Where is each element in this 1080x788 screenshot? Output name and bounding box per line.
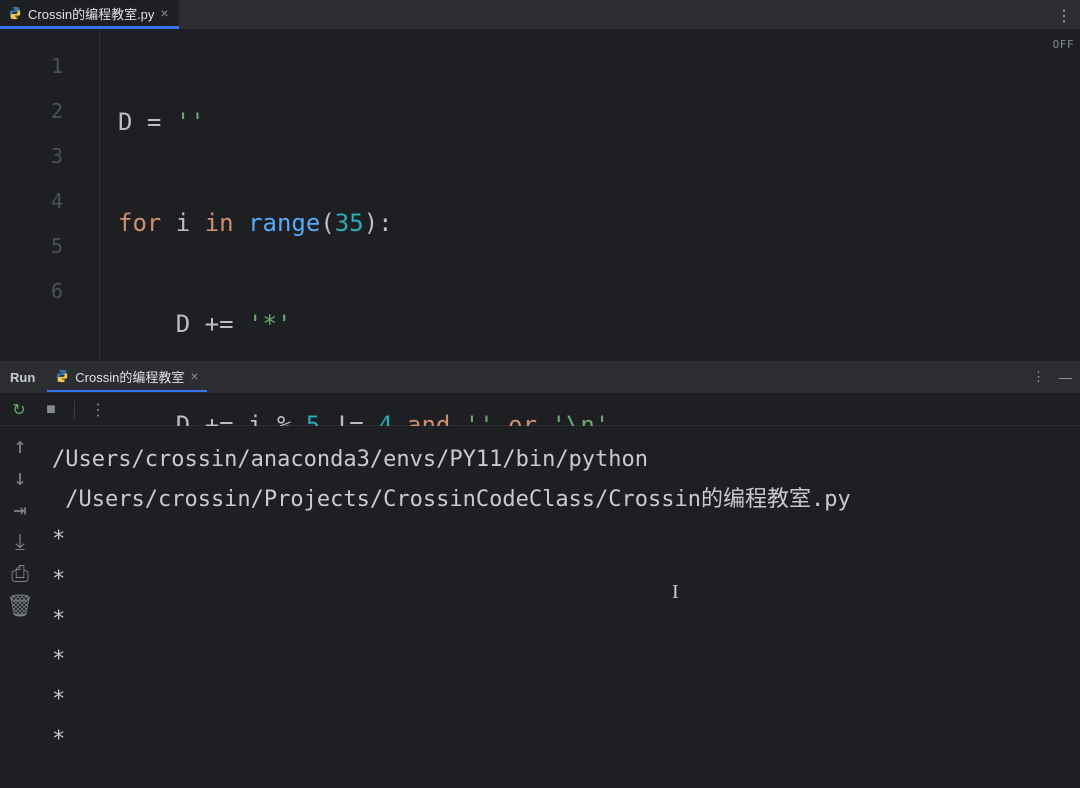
run-side-toolbar: ↑ ↓ ⇥ ⤓ ⎙ 🗑 <box>0 426 40 788</box>
more-icon[interactable]: ⋮ <box>89 401 107 419</box>
file-tab-label: Crossin的编程教室.py <box>28 4 154 23</box>
console-output[interactable]: /Users/crossin/anaconda3/envs/PY11/bin/p… <box>40 426 1080 788</box>
scroll-to-end-icon[interactable]: ⤓ <box>10 532 30 552</box>
soft-wrap-icon[interactable]: ⇥ <box>10 500 30 520</box>
line-number: 4 <box>0 179 99 224</box>
editor-tab-row: Crossin的编程教室.py × ⋮ <box>0 0 1080 30</box>
line-number: 2 <box>0 89 99 134</box>
trash-icon[interactable]: 🗑 <box>10 596 30 616</box>
console-line: * <box>52 527 65 552</box>
print-icon[interactable]: ⎙ <box>10 564 30 584</box>
python-file-icon <box>8 6 22 20</box>
code-editor[interactable]: OFF 1 2 3 4 5 6 D = '' for i in range(35… <box>0 30 1080 360</box>
console-line: /Users/crossin/anaconda3/envs/PY11/bin/p… <box>52 447 648 472</box>
console-line: * <box>52 647 65 672</box>
console-line: * <box>52 687 65 712</box>
more-icon[interactable]: ⋮ <box>1032 369 1045 385</box>
line-number: 5 <box>0 224 99 269</box>
tab-overflow-icon[interactable]: ⋮ <box>1056 6 1072 26</box>
up-icon[interactable]: ↑ <box>10 436 30 456</box>
text-cursor-icon: I <box>672 581 679 604</box>
console-line: * <box>52 727 65 752</box>
python-file-icon <box>55 369 69 383</box>
run-config-name: Crossin的编程教室 <box>75 367 184 386</box>
close-icon[interactable]: × <box>190 369 198 383</box>
line-number: 6 <box>0 269 99 314</box>
line-gutter: 1 2 3 4 5 6 <box>0 30 100 360</box>
separator <box>74 401 75 419</box>
code-area[interactable]: D = '' for i in range(35): D += '*' D +=… <box>100 30 1080 360</box>
minimize-icon[interactable]: — <box>1059 370 1072 385</box>
line-number: 1 <box>0 44 99 89</box>
code-line: D += '*' <box>118 302 1080 347</box>
close-icon[interactable]: × <box>160 6 168 20</box>
run-config-tab[interactable]: Crossin的编程教室 × <box>47 363 206 392</box>
rerun-icon[interactable]: ↻ <box>10 401 28 419</box>
run-panel-title: Run <box>10 370 35 385</box>
console-line: /Users/crossin/Projects/CrossinCodeClass… <box>52 487 851 512</box>
line-number: 3 <box>0 134 99 179</box>
console-line: * <box>52 607 65 632</box>
run-panel-header: Run Crossin的编程教室 × ⋮ — <box>0 360 1080 394</box>
console-line: * <box>52 567 65 592</box>
stop-icon[interactable]: ■ <box>42 401 60 419</box>
down-icon[interactable]: ↓ <box>10 468 30 488</box>
file-tab[interactable]: Crossin的编程教室.py × <box>0 0 179 29</box>
run-output-panel: ↑ ↓ ⇥ ⤓ ⎙ 🗑 /Users/crossin/anaconda3/env… <box>0 426 1080 788</box>
code-line: D = '' <box>118 100 1080 145</box>
inspection-off-badge: OFF <box>1053 38 1074 51</box>
code-line: for i in range(35): <box>118 201 1080 246</box>
